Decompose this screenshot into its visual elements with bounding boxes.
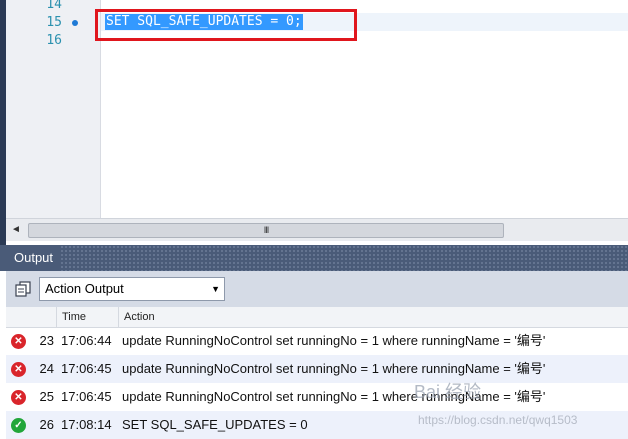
- error-icon: ✕: [11, 334, 26, 349]
- column-header-action[interactable]: Action: [118, 307, 628, 327]
- current-statement-dot-icon: [72, 20, 78, 26]
- output-toolbar: Action Output ▼: [6, 271, 628, 307]
- row-time: 17:08:14: [61, 417, 112, 432]
- row-time: 17:06:45: [61, 361, 112, 376]
- output-panel-header: Output: [0, 245, 628, 271]
- line-number: 15: [46, 15, 62, 30]
- table-row[interactable]: ✕ 23 17:06:44 update RunningNoControl se…: [6, 327, 628, 355]
- line-number: 14: [46, 0, 62, 12]
- error-icon: ✕: [11, 390, 26, 405]
- row-action: update RunningNoControl set runningNo = …: [122, 333, 546, 348]
- row-number: 25: [39, 389, 54, 404]
- watermark-logo: Bai 经验: [414, 382, 482, 402]
- row-number: 23: [39, 333, 54, 348]
- copy-icon[interactable]: [13, 280, 33, 298]
- error-icon: ✕: [11, 362, 26, 377]
- row-action: update RunningNoControl set runningNo = …: [122, 361, 546, 376]
- row-number: 24: [39, 361, 54, 376]
- row-number: 26: [39, 417, 54, 432]
- highlight-annotation-box: [95, 9, 357, 41]
- row-action: update RunningNoControl set runningNo = …: [122, 389, 546, 404]
- table-row[interactable]: ✕ 24 17:06:45 update RunningNoControl se…: [6, 355, 628, 383]
- grid-header: Time Action: [6, 307, 628, 328]
- row-action: SET SQL_SAFE_UPDATES = 0: [122, 417, 308, 432]
- column-header-time[interactable]: Time: [56, 307, 118, 327]
- chevron-down-icon: ▼: [211, 284, 220, 294]
- output-type-dropdown[interactable]: Action Output ▼: [39, 277, 225, 301]
- scrollbar-thumb[interactable]: III: [28, 223, 504, 238]
- success-check-icon: ✓: [11, 418, 26, 433]
- row-time: 17:06:44: [61, 333, 112, 348]
- scrollbar-grip-icon: III: [263, 225, 269, 235]
- output-panel-title: Output: [0, 245, 60, 271]
- row-time: 17:06:45: [61, 389, 112, 404]
- line-number: 16: [46, 33, 62, 48]
- sql-editor[interactable]: 14 15 16 SET SQL_SAFE_UPDATES = 0;: [0, 0, 628, 218]
- watermark-url: https://blog.csdn.net/qwq1503: [418, 413, 578, 427]
- horizontal-scrollbar[interactable]: ◄ III: [6, 218, 628, 241]
- window-edge: [0, 0, 6, 245]
- table-row[interactable]: ✕ 25 17:06:45 update RunningNoControl se…: [6, 383, 628, 411]
- dropdown-value: Action Output: [45, 281, 124, 296]
- scroll-left-arrow-icon[interactable]: ◄: [6, 219, 26, 241]
